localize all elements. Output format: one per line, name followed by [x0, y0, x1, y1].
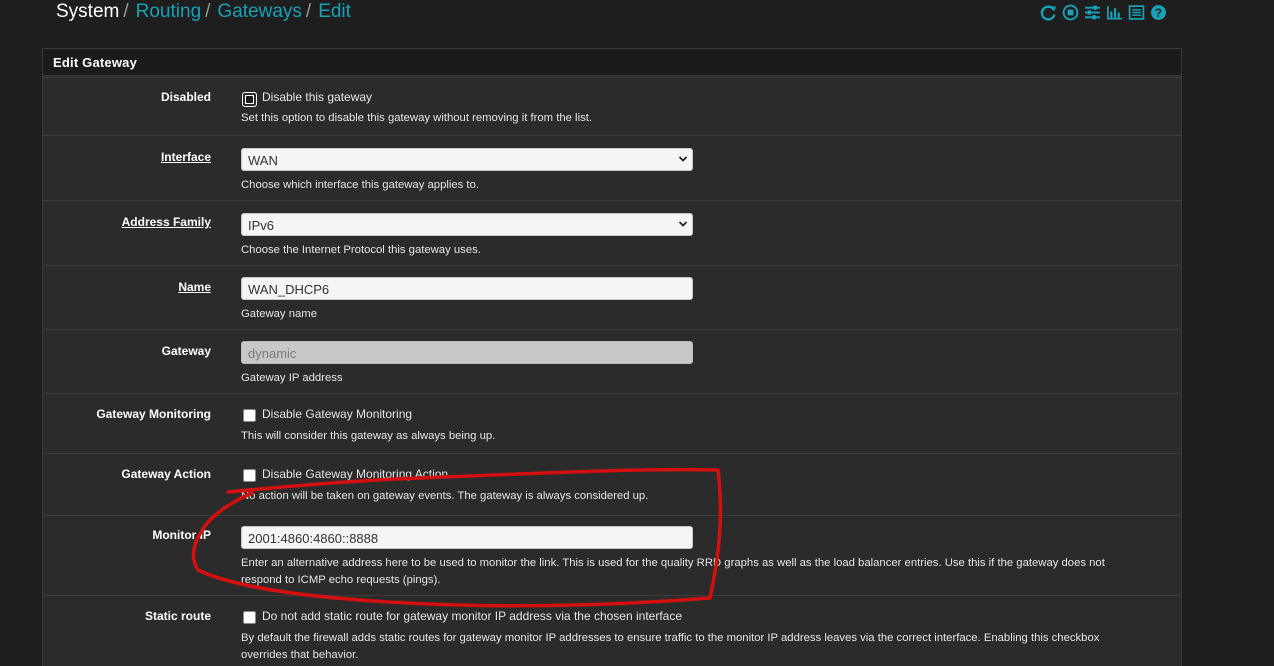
row-gateway-monitoring: Gateway Monitoring Disable Gateway Monit…	[43, 393, 1181, 453]
breadcrumb-separator: /	[305, 1, 312, 22]
static-route-label: Static route	[144, 609, 211, 623]
bar-chart-icon[interactable]	[1106, 4, 1123, 21]
monitor-ip-help-line-1: Enter an alternative address here to be …	[241, 557, 1105, 569]
static-route-checkbox[interactable]	[243, 611, 256, 624]
gateway-input-value: dynamic	[248, 346, 297, 361]
disabled-label: Disabled	[160, 90, 211, 104]
monitor-ip-input-value: 2001:4860:4860::8888	[248, 531, 379, 546]
interface-select[interactable]: WAN	[241, 148, 693, 171]
gateway-help: Gateway IP address	[241, 372, 343, 384]
breadcrumb-gateways-link[interactable]: Gateways	[217, 1, 301, 22]
row-disabled: Disabled Disable this gateway Set this o…	[43, 77, 1181, 135]
chevron-down-icon	[678, 156, 688, 162]
address-family-select[interactable]: IPv6	[241, 213, 693, 236]
disable-gateway-monitoring-checkbox[interactable]	[243, 409, 256, 422]
disabled-help: Set this option to disable this gateway …	[241, 112, 593, 124]
monitor-ip-input[interactable]: 2001:4860:4860::8888	[241, 526, 693, 549]
disable-gateway-action-checkbox-label[interactable]: Disable Gateway Monitoring Action	[262, 467, 448, 481]
row-interface: Interface WAN Choose which interface thi…	[43, 135, 1181, 200]
interface-label: Interface	[160, 150, 211, 164]
breadcrumb-separator: /	[123, 1, 129, 22]
static-route-help-line-2: overrides that behavior.	[241, 649, 359, 661]
svg-text:?: ?	[1155, 7, 1162, 20]
list-icon[interactable]	[1128, 4, 1145, 21]
static-route-help-line-1: By default the firewall adds static rout…	[241, 632, 1100, 644]
gateway-input: dynamic	[241, 341, 693, 364]
gateway-monitoring-help: This will consider this gateway as alway…	[241, 430, 496, 442]
monitor-ip-help-line-2: respond to ICMP echo requests (pings).	[241, 574, 441, 586]
interface-help: Choose which interface this gateway appl…	[241, 179, 479, 191]
interface-select-value: WAN	[248, 153, 278, 168]
reload-icon[interactable]	[1040, 4, 1057, 21]
monitor-ip-label: Monitor IP	[152, 528, 211, 542]
row-address-family: Address Family IPv6 Choose the Internet …	[43, 200, 1181, 265]
breadcrumb-edit-link[interactable]: Edit	[318, 1, 351, 22]
sliders-icon[interactable]	[1084, 4, 1101, 21]
row-name: Name WAN_DHCP6 Gateway name	[43, 265, 1181, 329]
breadcrumb: System / Routing / Gateways / Edit	[56, 0, 351, 24]
breadcrumb-system: System	[56, 1, 120, 22]
gateway-action-label: Gateway Action	[121, 467, 211, 481]
header-icon-bar: ?	[1040, 4, 1167, 21]
gateway-label: Gateway	[161, 344, 211, 358]
name-label: Name	[178, 280, 211, 294]
stop-icon[interactable]	[1062, 4, 1079, 21]
breadcrumb-routing-link[interactable]: Routing	[136, 1, 202, 22]
disable-gateway-checkbox[interactable]	[242, 92, 257, 107]
breadcrumb-separator: /	[205, 1, 211, 22]
disable-gateway-checkbox-label[interactable]: Disable this gateway	[262, 90, 372, 104]
disable-gateway-action-checkbox[interactable]	[243, 469, 256, 482]
gateway-action-help: No action will be taken on gateway event…	[241, 490, 649, 502]
address-family-select-value: IPv6	[248, 218, 275, 233]
page-header: System / Routing / Gateways / Edit ?	[42, 0, 1182, 32]
row-static-route: Static route Do not add static route for…	[43, 595, 1181, 666]
row-gateway-action: Gateway Action Disable Gateway Monitorin…	[43, 453, 1181, 515]
static-route-checkbox-label[interactable]: Do not add static route for gateway moni…	[262, 609, 682, 623]
edit-gateway-panel: Edit Gateway Disabled Disable this gatew…	[42, 48, 1182, 666]
address-family-label: Address Family	[121, 215, 211, 229]
name-input-value: WAN_DHCP6	[248, 282, 330, 297]
gateway-monitoring-label: Gateway Monitoring	[96, 407, 211, 421]
address-family-help: Choose the Internet Protocol this gatewa…	[241, 244, 481, 256]
name-help: Gateway name	[241, 308, 317, 320]
disable-gateway-monitoring-checkbox-label[interactable]: Disable Gateway Monitoring	[262, 407, 412, 421]
panel-title: Edit Gateway	[43, 49, 1181, 76]
page: System / Routing / Gateways / Edit ? Edi…	[0, 0, 1274, 666]
row-monitor-ip: Monitor IP 2001:4860:4860::8888 Enter an…	[43, 515, 1181, 595]
help-icon[interactable]: ?	[1150, 4, 1167, 21]
chevron-down-icon	[678, 221, 688, 227]
row-gateway: Gateway dynamic Gateway IP address	[43, 329, 1181, 393]
name-input[interactable]: WAN_DHCP6	[241, 277, 693, 300]
